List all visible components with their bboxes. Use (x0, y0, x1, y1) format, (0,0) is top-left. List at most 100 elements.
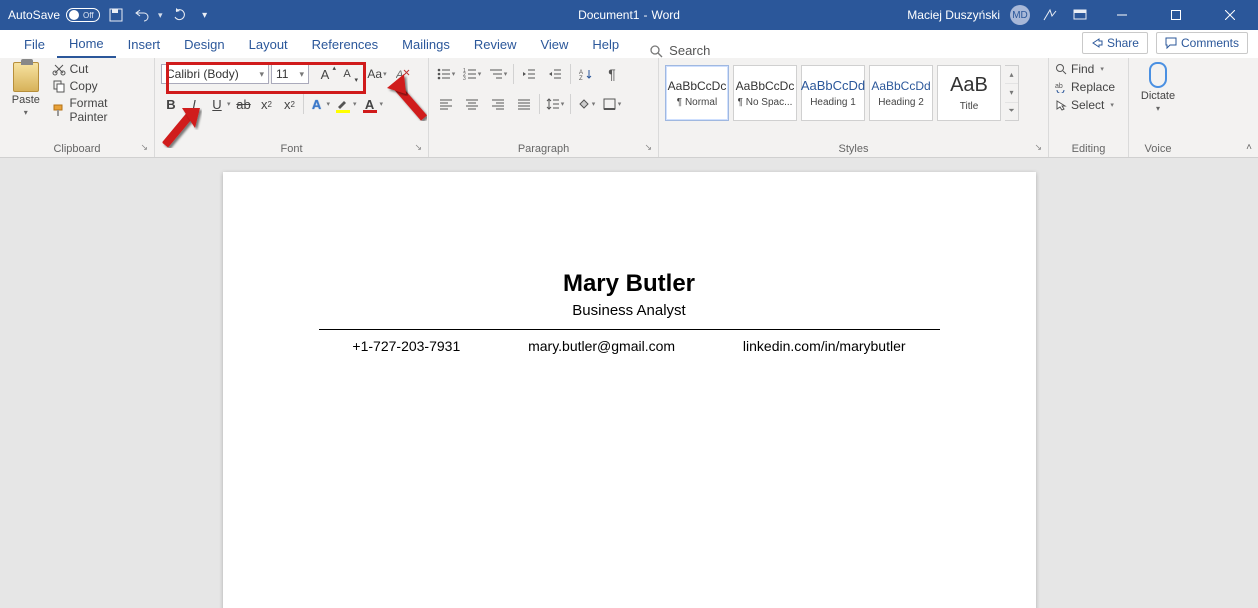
style-heading2[interactable]: AaBbCcDd Heading 2 (869, 65, 933, 121)
title-bar: AutoSave Off ▾ ▾ Document1 - Word Maciej… (0, 0, 1258, 30)
redo-icon[interactable] (169, 5, 189, 25)
comments-button[interactable]: Comments (1156, 32, 1248, 54)
superscript-button[interactable]: x2 (280, 94, 300, 114)
close-button[interactable] (1208, 1, 1252, 29)
autosave-toggle[interactable]: Off (66, 8, 100, 22)
font-color-dropdown-icon[interactable]: ▾ (380, 100, 384, 108)
select-button[interactable]: Select ▾ (1055, 98, 1115, 112)
resume-name[interactable]: Mary Butler (319, 270, 940, 298)
style-normal[interactable]: AaBbCcDc ¶ Normal (665, 65, 729, 121)
tab-home[interactable]: Home (57, 30, 116, 58)
tab-design[interactable]: Design (172, 30, 236, 58)
page[interactable]: Mary Butler Business Analyst +1-727-203-… (223, 172, 1036, 608)
bold-button[interactable]: B (161, 94, 181, 114)
comments-label: Comments (1181, 36, 1239, 50)
group-font: Calibri (Body) ▾ 11 ▾ A▴ A▾ Aa▾ A (155, 58, 429, 157)
comments-icon (1165, 37, 1177, 49)
ribbon: Paste ▾ Cut Copy Format Painter Clipbo (0, 58, 1258, 158)
font-color-button[interactable]: A (360, 94, 380, 114)
copy-button[interactable]: Copy (52, 79, 148, 93)
save-icon[interactable] (106, 5, 126, 25)
decrease-font-button[interactable]: A▾ (337, 64, 357, 84)
tab-view[interactable]: View (528, 30, 580, 58)
decrease-indent-button[interactable] (518, 64, 540, 84)
gallery-up-icon[interactable]: ▴ (1005, 66, 1018, 84)
user-name[interactable]: Maciej Duszyński (907, 8, 1000, 22)
change-case-button[interactable]: Aa▾ (363, 64, 391, 84)
qat-customize-icon[interactable]: ▾ (195, 5, 215, 25)
styles-gallery-more[interactable]: ▴ ▾ ⏷ (1005, 65, 1019, 121)
tab-insert[interactable]: Insert (116, 30, 173, 58)
multilevel-button[interactable]: ▾ (487, 64, 509, 84)
resume-phone[interactable]: +1-727-203-7931 (352, 338, 460, 354)
tab-file[interactable]: File (12, 30, 57, 58)
style-no-spacing[interactable]: AaBbCcDc ¶ No Spac... (733, 65, 797, 121)
tab-review[interactable]: Review (462, 30, 529, 58)
numbering-button[interactable]: 123▾ (461, 64, 483, 84)
show-marks-button[interactable]: ¶ (601, 64, 623, 84)
styles-launcher-icon[interactable]: ↘ (1034, 142, 1042, 153)
align-left-button[interactable] (435, 94, 457, 114)
collapse-ribbon-button[interactable]: ˄ (1246, 142, 1252, 153)
tab-references[interactable]: References (300, 30, 390, 58)
increase-font-button[interactable]: A▴ (315, 64, 335, 84)
underline-button[interactable]: U (207, 94, 227, 114)
format-painter-button[interactable]: Format Painter (52, 96, 148, 124)
cut-button[interactable]: Cut (52, 62, 148, 76)
font-launcher-icon[interactable]: ↘ (414, 142, 422, 153)
resume-linkedin[interactable]: linkedin.com/in/marybutler (743, 338, 906, 354)
document-canvas[interactable]: Mary Butler Business Analyst +1-727-203-… (0, 158, 1258, 608)
tab-help[interactable]: Help (580, 30, 631, 58)
style-heading1[interactable]: AaBbCcDd Heading 1 (801, 65, 865, 121)
paragraph-launcher-icon[interactable]: ↘ (644, 142, 652, 153)
select-icon (1055, 99, 1067, 111)
font-size-combobox[interactable]: 11 ▾ (271, 64, 309, 84)
tab-mailings[interactable]: Mailings (390, 30, 462, 58)
undo-dropdown-icon[interactable]: ▾ (158, 10, 163, 21)
find-dropdown-icon[interactable]: ▾ (1100, 65, 1104, 73)
coming-soon-icon[interactable] (1040, 5, 1060, 25)
find-button[interactable]: Find ▾ (1055, 62, 1115, 76)
tab-layout[interactable]: Layout (237, 30, 300, 58)
highlight-button[interactable] (333, 94, 353, 114)
paste-dropdown-icon[interactable]: ▾ (24, 108, 28, 117)
undo-icon[interactable] (132, 5, 152, 25)
line-spacing-button[interactable]: ▾ (544, 94, 566, 114)
paste-button[interactable]: Paste ▾ (6, 62, 46, 117)
dictate-button[interactable]: Dictate ▾ (1141, 62, 1175, 113)
text-effects-button[interactable]: A (307, 94, 327, 114)
resume-email[interactable]: mary.butler@gmail.com (528, 338, 675, 354)
clear-formatting-button[interactable]: A (393, 64, 413, 84)
highlight-icon (336, 97, 350, 111)
user-avatar[interactable]: MD (1010, 5, 1030, 25)
text-effects-dropdown-icon[interactable]: ▾ (327, 100, 331, 108)
align-right-button[interactable] (487, 94, 509, 114)
ribbon-display-icon[interactable] (1070, 5, 1090, 25)
minimize-button[interactable] (1100, 1, 1144, 29)
font-name-combobox[interactable]: Calibri (Body) ▾ (161, 64, 269, 84)
shading-button[interactable]: ▾ (575, 94, 597, 114)
sort-button[interactable]: AZ (575, 64, 597, 84)
gallery-down-icon[interactable]: ▾ (1005, 84, 1018, 102)
replace-button[interactable]: ab Replace (1055, 80, 1115, 94)
bullets-button[interactable]: ▾ (435, 64, 457, 84)
tell-me-search[interactable]: Search (649, 43, 710, 58)
resume-role[interactable]: Business Analyst (319, 302, 940, 319)
gallery-expand-icon[interactable]: ⏷ (1005, 103, 1018, 120)
subscript-button[interactable]: x2 (257, 94, 277, 114)
maximize-button[interactable] (1154, 1, 1198, 29)
italic-button[interactable]: I (184, 94, 204, 114)
clipboard-launcher-icon[interactable]: ↘ (140, 142, 148, 153)
increase-indent-button[interactable] (544, 64, 566, 84)
strikethrough-button[interactable]: ab (234, 94, 254, 114)
style-title[interactable]: AaB Title (937, 65, 1001, 121)
borders-button[interactable]: ▾ (601, 94, 623, 114)
underline-dropdown-icon[interactable]: ▾ (227, 100, 231, 108)
select-dropdown-icon[interactable]: ▾ (1110, 101, 1114, 109)
align-center-button[interactable] (461, 94, 483, 114)
share-button[interactable]: Share (1082, 32, 1148, 54)
dictate-dropdown-icon[interactable]: ▾ (1156, 104, 1160, 113)
resume-contacts-row[interactable]: +1-727-203-7931 mary.butler@gmail.com li… (319, 338, 940, 354)
justify-button[interactable] (513, 94, 535, 114)
highlight-dropdown-icon[interactable]: ▾ (353, 100, 357, 108)
